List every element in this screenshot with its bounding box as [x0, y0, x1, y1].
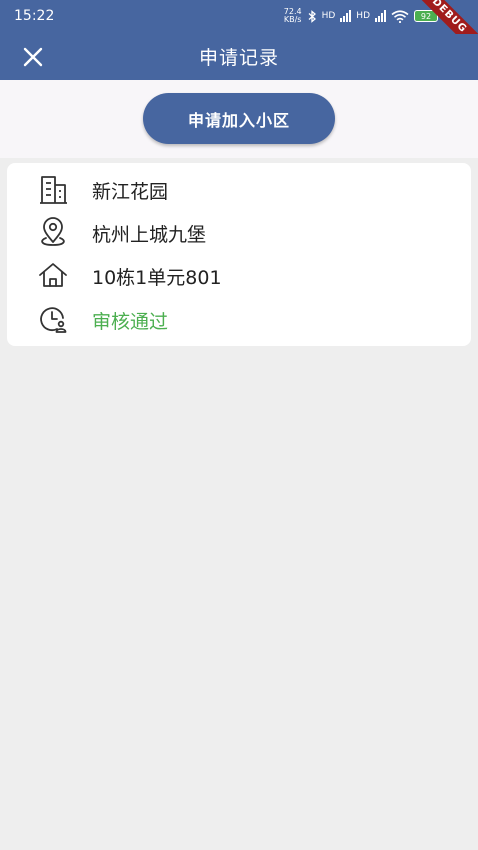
status-time: 15:22 [14, 8, 55, 24]
page-title: 申请记录 [198, 47, 279, 69]
hd-label-2: HD [356, 11, 370, 21]
top-area: 申请加入小区 [0, 80, 478, 158]
signal-icon-2 [375, 10, 386, 22]
location-pin-icon [41, 217, 65, 246]
signal-icon-1 [340, 10, 352, 22]
network-speed-unit: KB/s [283, 15, 302, 24]
building-icon [40, 176, 67, 204]
application-card[interactable]: 新江花园 杭州上城九堡 10栋1单元801 审核通过 [7, 163, 471, 346]
bluetooth-icon [308, 9, 316, 23]
join-community-button[interactable]: 申请加入小区 [143, 93, 335, 144]
hd-label-1: HD [321, 11, 336, 21]
wifi-icon [391, 9, 409, 23]
clock-user-icon [40, 307, 67, 333]
status-badge: 审核通过 [92, 311, 169, 333]
status-row: 审核通过 [7, 299, 471, 339]
unit-row: 10栋1单元801 [7, 255, 471, 295]
house-icon [39, 263, 67, 287]
community-name: 新江花园 [92, 181, 169, 203]
unit-number: 10栋1单元801 [92, 267, 222, 289]
community-row: 新江花园 [7, 169, 471, 209]
network-speed: 72.4 KB/s [284, 8, 302, 24]
address-row: 杭州上城九堡 [7, 212, 471, 252]
community-address: 杭州上城九堡 [92, 224, 207, 246]
status-icons: 72.4 KB/s HD HD 92 [284, 8, 438, 24]
status-bar: 15:22 72.4 KB/s HD HD 92 [0, 0, 478, 34]
app-bar: 申请记录 [0, 34, 478, 80]
